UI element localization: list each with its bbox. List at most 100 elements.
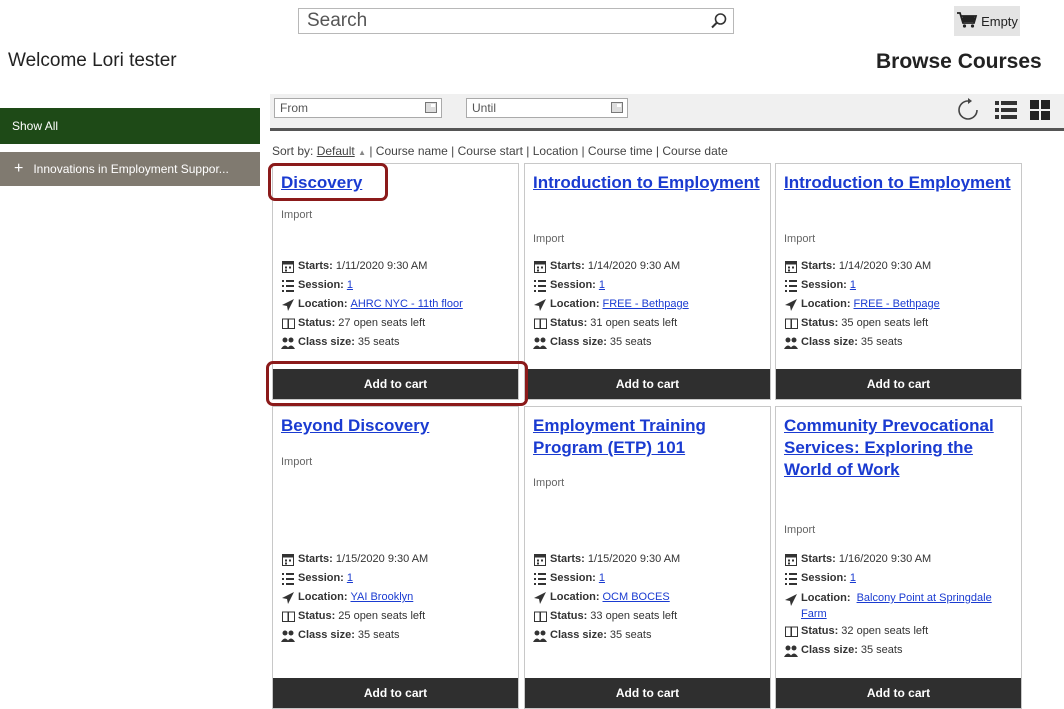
location-arrow-icon bbox=[533, 295, 547, 314]
session-link[interactable]: 1 bbox=[347, 276, 353, 295]
from-date-field[interactable]: From bbox=[274, 98, 442, 118]
session-label: Session: bbox=[550, 279, 596, 291]
sort-options[interactable]: | Course name | Course start | Location … bbox=[369, 144, 727, 158]
location-link[interactable]: AHRC NYC - 11th floor bbox=[351, 295, 463, 314]
grid-view-icon[interactable] bbox=[1026, 96, 1054, 124]
location-link[interactable]: FREE - Bethpage bbox=[603, 295, 689, 314]
calendar-icon bbox=[533, 550, 547, 569]
users-icon bbox=[533, 333, 547, 352]
session-label: Session: bbox=[801, 572, 847, 584]
from-placeholder: From bbox=[280, 101, 308, 115]
status-value: 25 open seats left bbox=[338, 610, 426, 622]
sidebar-item-show-all[interactable]: Show All bbox=[0, 108, 260, 144]
expand-plus-icon[interactable]: + bbox=[14, 160, 23, 178]
session-label: Session: bbox=[801, 279, 847, 291]
class-size-label: Class size: bbox=[801, 644, 858, 656]
list-view-icon[interactable] bbox=[992, 96, 1020, 124]
session-link[interactable]: 1 bbox=[599, 569, 605, 588]
course-info: Starts: 1/15/2020 9:30 AM Session: 1 Locat… bbox=[533, 550, 769, 645]
users-icon bbox=[281, 626, 295, 645]
sidebar-item-label: Show All bbox=[12, 119, 59, 133]
class-size-label: Class size: bbox=[298, 629, 355, 641]
book-icon bbox=[533, 607, 547, 626]
class-size-label: Class size: bbox=[550, 336, 607, 348]
filter-bar: From Until bbox=[270, 94, 1064, 131]
until-date-field[interactable]: Until bbox=[466, 98, 628, 118]
cart-button[interactable]: Empty bbox=[954, 6, 1020, 36]
cart-label: Empty bbox=[981, 13, 1018, 29]
search-input[interactable] bbox=[299, 9, 705, 33]
calendar-icon bbox=[784, 257, 798, 276]
course-category: Import bbox=[281, 209, 313, 221]
course-info: Starts: 1/14/2020 9:30 AM Session: 1 Locat… bbox=[784, 257, 1020, 352]
session-link[interactable]: 1 bbox=[850, 569, 856, 588]
location-label: Location: bbox=[801, 298, 851, 310]
class-size-label: Class size: bbox=[801, 336, 858, 348]
course-card: Introduction to Employment Import Starts… bbox=[524, 163, 771, 400]
course-title[interactable]: Community Prevocational Services: Explor… bbox=[784, 415, 1016, 481]
course-category: Import bbox=[533, 477, 565, 489]
session-link[interactable]: 1 bbox=[599, 276, 605, 295]
course-card: Employment Training Program (ETP) 101 Im… bbox=[524, 406, 771, 709]
sort-label: Sort by: bbox=[272, 144, 314, 158]
sidebar-item-innovations[interactable]: + Innovations in Employment Suppor... bbox=[0, 152, 260, 186]
course-category: Import bbox=[784, 233, 816, 245]
starts-value: 1/16/2020 9:30 AM bbox=[838, 553, 932, 565]
course-info: Starts: 1/16/2020 9:30 AM Session: 1 Locat… bbox=[784, 550, 1020, 660]
class-size-label: Class size: bbox=[298, 336, 355, 348]
calendar-icon bbox=[281, 257, 295, 276]
location-label: Location: bbox=[550, 298, 600, 310]
class-size-value: 35 seats bbox=[860, 336, 903, 348]
status-label: Status: bbox=[298, 610, 336, 622]
class-size-label: Class size: bbox=[550, 629, 607, 641]
location-label: Location: bbox=[298, 298, 348, 310]
add-to-cart-button[interactable]: Add to cart bbox=[273, 678, 518, 708]
location-link[interactable]: FREE - Bethpage bbox=[854, 295, 940, 314]
course-title[interactable]: Employment Training Program (ETP) 101 bbox=[533, 415, 765, 459]
session-link[interactable]: 1 bbox=[347, 569, 353, 588]
book-icon bbox=[281, 607, 295, 626]
welcome-text: Welcome Lori tester bbox=[8, 50, 177, 71]
class-size-value: 35 seats bbox=[357, 629, 400, 641]
course-category: Import bbox=[281, 456, 313, 468]
sort-default[interactable]: Default bbox=[317, 144, 355, 158]
location-arrow-icon bbox=[533, 588, 547, 607]
starts-value: 1/14/2020 9:30 AM bbox=[838, 260, 932, 272]
calendar-icon bbox=[784, 550, 798, 569]
course-card: Introduction to Employment Import Starts… bbox=[775, 163, 1022, 400]
shopping-cart-icon bbox=[956, 11, 978, 32]
sort-arrow-icon[interactable]: ▲ bbox=[358, 148, 366, 157]
location-arrow-icon bbox=[281, 588, 295, 607]
location-link[interactable]: YAI Brooklyn bbox=[351, 588, 414, 607]
add-to-cart-button[interactable]: Add to cart bbox=[525, 678, 770, 708]
course-title[interactable]: Beyond Discovery bbox=[281, 415, 513, 437]
session-label: Session: bbox=[298, 572, 344, 584]
add-to-cart-button[interactable]: Add to cart bbox=[525, 369, 770, 399]
session-link[interactable]: 1 bbox=[850, 276, 856, 295]
location-arrow-icon bbox=[784, 295, 798, 314]
calendar-icon[interactable] bbox=[611, 102, 623, 113]
location-label: Location: bbox=[298, 591, 348, 603]
add-to-cart-button[interactable]: Add to cart bbox=[776, 369, 1021, 399]
location-link[interactable]: OCM BOCES bbox=[603, 588, 670, 607]
location-label: Location: bbox=[801, 592, 851, 604]
status-value: 35 open seats left bbox=[841, 317, 929, 329]
status-value: 32 open seats left bbox=[841, 625, 929, 637]
starts-label: Starts: bbox=[550, 553, 585, 565]
search-box[interactable] bbox=[298, 8, 734, 34]
course-title[interactable]: Introduction to Employment bbox=[784, 172, 1016, 194]
session-label: Session: bbox=[550, 572, 596, 584]
search-icon[interactable] bbox=[705, 9, 733, 33]
location-label: Location: bbox=[550, 591, 600, 603]
status-label: Status: bbox=[801, 317, 839, 329]
session-label: Session: bbox=[298, 279, 344, 291]
status-value: 31 open seats left bbox=[590, 317, 678, 329]
add-to-cart-button[interactable]: Add to cart bbox=[776, 678, 1021, 708]
starts-label: Starts: bbox=[298, 553, 333, 565]
course-title[interactable]: Introduction to Employment bbox=[533, 172, 765, 194]
users-icon bbox=[784, 333, 798, 352]
class-size-value: 35 seats bbox=[357, 336, 400, 348]
calendar-icon[interactable] bbox=[425, 102, 437, 113]
users-icon bbox=[784, 641, 798, 660]
refresh-icon[interactable] bbox=[954, 96, 982, 124]
